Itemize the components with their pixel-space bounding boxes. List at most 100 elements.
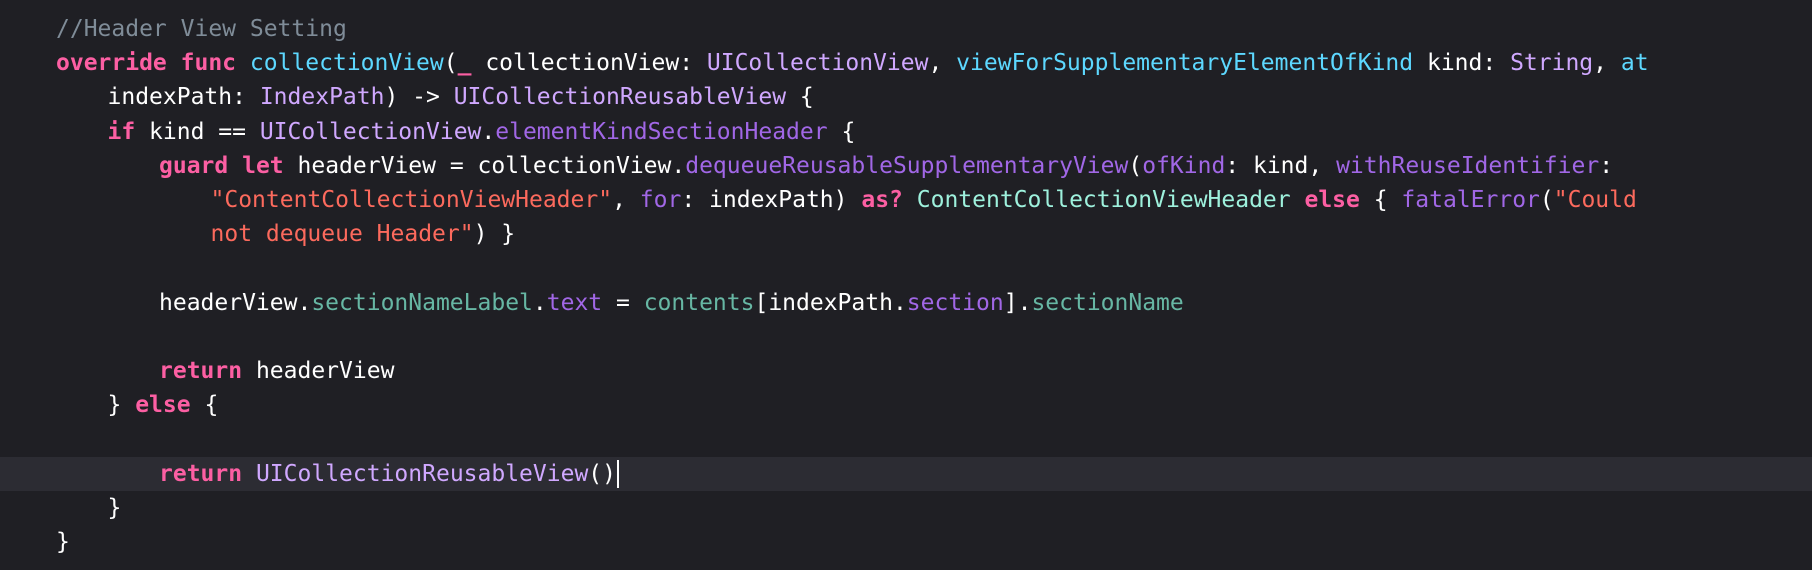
code-line[interactable]: indexPath: IndexPath) -> UICollectionReu… (0, 80, 1812, 114)
code-token-plain: ) -> (384, 84, 454, 111)
code-token-projfunc: section (906, 289, 1004, 316)
code-token-plain: [indexPath. (754, 289, 907, 316)
code-token-plain: ]. (1003, 289, 1032, 316)
code-token-plain: ( (1539, 187, 1554, 213)
code-token-projfunc: elementKindSectionHeader (495, 118, 828, 145)
code-token-type: IndexPath (259, 84, 385, 111)
code-token-keyword: _ (457, 50, 472, 77)
code-line-text: //Header View Setting (56, 12, 347, 46)
code-token-projfunc: fatalError (1401, 187, 1540, 213)
code-token-type: String (1510, 50, 1594, 77)
code-token-string: "Could (1553, 187, 1637, 213)
code-token-plain: , (612, 187, 640, 213)
code-token-projtype: ContentCollectionViewHeader (916, 187, 1291, 213)
code-line-text: override func collectionView(_ collectio… (56, 46, 1649, 80)
code-token-plain: . (481, 118, 496, 145)
code-token-plain: : kind, (1225, 152, 1337, 179)
code-line[interactable]: return headerView (0, 354, 1812, 388)
code-line-text: } (56, 525, 70, 559)
code-token-plain: : indexPath) (681, 187, 862, 213)
code-line[interactable]: //Header View Setting (0, 12, 1812, 46)
code-token-plain: { (827, 118, 856, 145)
code-token-plain: , (1593, 50, 1621, 77)
code-line-text: guard let headerView = collectionView.de… (159, 149, 1613, 183)
text-cursor (617, 460, 619, 489)
code-token-keyword: return (159, 358, 243, 384)
code-line[interactable]: guard let headerView = collectionView.de… (0, 149, 1812, 183)
code-line-text: if kind == UICollectionView.elementKindS… (108, 115, 856, 149)
code-line[interactable]: } (0, 525, 1812, 559)
code-token-plain: headerView = collectionView. (283, 152, 686, 179)
code-token-func: contents (643, 289, 755, 316)
code-token-projfunc: text (546, 289, 603, 316)
code-token-type: UICollectionView (706, 50, 929, 77)
code-token-type: UICollectionReusableView (255, 460, 589, 487)
code-line-text: } else { (108, 388, 219, 422)
code-token-string: not dequeue Header" (210, 221, 474, 248)
code-line-text: not dequeue Header") } (211, 217, 516, 251)
code-token-plain: ) } (473, 221, 516, 248)
code-token-plain: () (588, 460, 616, 487)
code-token-plain: . (532, 289, 547, 316)
code-line[interactable] (0, 422, 1812, 456)
code-token-func: sectionName (1031, 289, 1184, 316)
code-token-projfunc: for (639, 187, 682, 213)
code-line[interactable]: } (0, 491, 1812, 525)
code-token-attr: collectionView (249, 50, 444, 77)
code-token-keyword: guard (159, 152, 229, 179)
code-token-keyword: let (242, 152, 284, 179)
code-token-func: sectionNameLabel (311, 289, 533, 316)
code-token-keyword: func (180, 50, 237, 77)
code-line-text: headerView.sectionNameLabel.text = conte… (159, 286, 1184, 320)
code-line-text: "ContentCollectionViewHeader", for: inde… (211, 183, 1637, 217)
code-editor[interactable]: //Header View Setting override func colle… (0, 0, 1812, 570)
code-line[interactable]: "ContentCollectionViewHeader", for: inde… (0, 183, 1812, 217)
code-token-type: UICollectionView (259, 118, 482, 145)
code-line[interactable] (0, 251, 1812, 285)
code-line[interactable] (0, 320, 1812, 354)
code-token-plain: = (602, 289, 644, 316)
code-token-plain: kind: (1413, 50, 1511, 77)
code-line[interactable]: if kind == UICollectionView.elementKindS… (0, 115, 1812, 149)
code-token-attr: at (1620, 50, 1649, 77)
code-line[interactable]: not dequeue Header") } (0, 217, 1812, 251)
code-token-plain: } (107, 494, 122, 521)
code-token-plain: { (190, 392, 219, 419)
code-token-keyword: else (135, 392, 191, 419)
code-token-comment: //Header View Setting (56, 16, 347, 42)
code-token-plain: ( (443, 50, 458, 77)
code-token-keyword: return (159, 460, 243, 487)
code-token-projfunc: dequeueReusableSupplementaryView (685, 152, 1129, 179)
code-token-plain: { (786, 84, 814, 111)
code-token-keyword: override (56, 50, 167, 77)
code-line-current[interactable]: return UICollectionReusableView() (0, 456, 1812, 491)
code-token-projfunc: withReuseIdentifier (1336, 152, 1600, 179)
code-token-plain: } (56, 529, 70, 555)
code-token-string: "ContentCollectionViewHeader" (210, 187, 613, 213)
code-token-plain: { (1359, 187, 1402, 213)
code-token-plain: kind == (135, 118, 260, 145)
code-token-plain: collectionView: (471, 50, 707, 77)
code-token-plain: headerView. (159, 289, 312, 316)
code-token-type: UICollectionReusableView (453, 84, 787, 111)
code-token-plain: headerView (242, 358, 395, 384)
code-line[interactable]: headerView.sectionNameLabel.text = conte… (0, 286, 1812, 320)
code-line[interactable]: } else { (0, 388, 1812, 422)
code-token-keyword: as? (861, 187, 903, 213)
code-token-attr: viewForSupplementaryElementOfKind (956, 50, 1414, 77)
code-token-keyword: else (1304, 187, 1360, 213)
code-token-plain: , (928, 50, 957, 77)
code-line[interactable]: override func collectionView(_ collectio… (0, 46, 1812, 80)
code-token-keyword: if (107, 118, 136, 145)
code-token-plain: } (107, 392, 136, 419)
code-token-plain: : (1599, 152, 1614, 179)
code-token-plain: ( (1128, 152, 1143, 179)
code-line-text: } (108, 491, 122, 525)
code-token-projfunc: ofKind (1142, 152, 1226, 179)
